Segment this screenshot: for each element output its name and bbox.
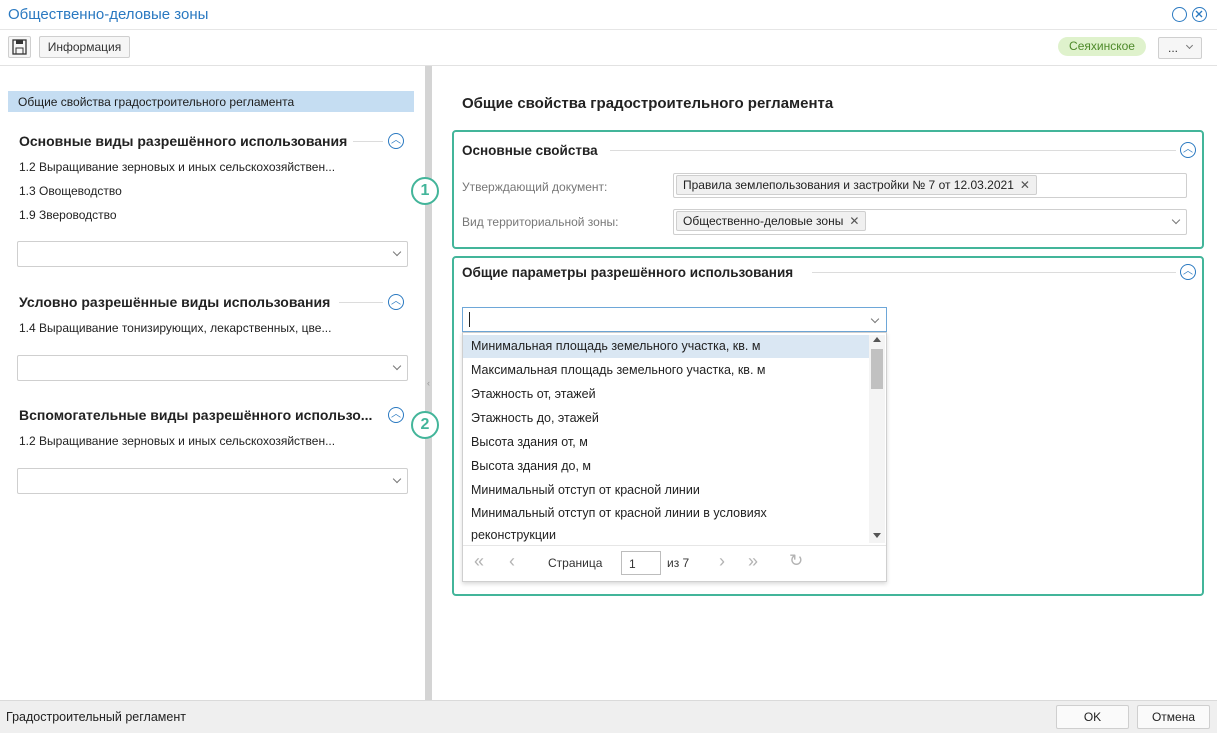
save-icon xyxy=(12,39,27,55)
usage-params-title: Общие параметры разрешённого использован… xyxy=(462,265,794,280)
remove-tag-icon[interactable]: ✕ xyxy=(1020,178,1030,192)
page-count-label: из 7 xyxy=(667,556,690,570)
section-main-uses-title: Основные виды разрешённого использования xyxy=(19,133,348,149)
basic-properties-title: Основные свойства xyxy=(462,143,598,158)
dropdown-option[interactable]: Этажность от, этажей xyxy=(463,382,871,406)
collapse-usage-params-button[interactable]: ︿ xyxy=(1180,264,1196,280)
group-divider xyxy=(610,150,1176,151)
collapse-conditional-uses-button[interactable]: ︿ xyxy=(388,294,404,310)
window-title: Общественно-деловые зоны xyxy=(8,6,209,23)
tag-label: Общественно-деловые зоны xyxy=(683,214,844,228)
section-auxiliary-uses-title: Вспомогательные виды разрешённого исполь… xyxy=(19,407,373,423)
page-number-input[interactable]: 1 xyxy=(621,551,661,575)
close-icon[interactable] xyxy=(1192,7,1207,22)
approving-document-tag[interactable]: Правила землепользования и застройки № 7… xyxy=(676,175,1037,195)
page-label: Страница xyxy=(548,556,603,570)
main-uses-select[interactable] xyxy=(17,241,408,267)
dropdown-option-continued[interactable]: реконструкции xyxy=(463,524,871,546)
more-label: ... xyxy=(1168,41,1179,55)
collapse-auxiliary-uses-button[interactable]: ︿ xyxy=(388,407,404,423)
collapse-basic-properties-button[interactable]: ︿ xyxy=(1180,142,1196,158)
auxiliary-uses-select[interactable] xyxy=(17,468,408,494)
main-use-item[interactable]: 1.9 Звероводство xyxy=(19,208,117,222)
group-divider xyxy=(812,272,1176,273)
main-use-item[interactable]: 1.3 Овощеводство xyxy=(19,184,122,198)
main-use-item[interactable]: 1.2 Выращивание зерновых и иных сельскох… xyxy=(19,160,335,174)
scroll-up-icon[interactable] xyxy=(873,337,881,342)
refresh-icon[interactable]: ↻ xyxy=(789,551,803,571)
first-page-icon[interactable]: « xyxy=(474,551,484,572)
text-cursor xyxy=(469,312,470,327)
ok-button[interactable]: OK xyxy=(1056,705,1129,729)
chevron-down-icon xyxy=(392,361,402,371)
dropdown-scroll-thumb[interactable] xyxy=(871,349,883,389)
chevron-down-icon xyxy=(870,314,880,324)
dropdown-option[interactable]: Минимальный отступ от красной линии xyxy=(463,478,871,502)
status-text: Градостроительный регламент xyxy=(6,710,186,724)
dropdown-option[interactable]: Высота здания до, м xyxy=(463,454,871,478)
more-button[interactable]: ... xyxy=(1158,37,1202,59)
dropdown-option[interactable]: Максимальная площадь земельного участка,… xyxy=(463,358,871,382)
dropdown-option[interactable]: Этажность до, этажей xyxy=(463,406,871,430)
section-divider xyxy=(339,302,383,303)
parameter-combo-input[interactable] xyxy=(462,307,887,332)
section-conditional-uses-title: Условно разрешённые виды использования xyxy=(19,294,331,310)
help-icon[interactable] xyxy=(1172,7,1187,22)
dropdown-option[interactable]: Минимальная площадь земельного участка, … xyxy=(463,335,871,358)
conditional-use-item[interactable]: 1.4 Выращивание тонизирующих, лекарствен… xyxy=(19,321,331,335)
chevron-down-icon xyxy=(392,474,402,484)
tag-label: Правила землепользования и застройки № 7… xyxy=(683,178,1014,192)
pager-divider xyxy=(463,545,886,546)
zone-type-tag[interactable]: Общественно-деловые зоны ✕ xyxy=(676,211,867,231)
page-number-value: 1 xyxy=(629,557,636,571)
dropdown-option[interactable]: Минимальный отступ от красной линии в ус… xyxy=(463,502,871,524)
chevron-down-icon xyxy=(1185,41,1194,50)
info-button[interactable]: Информация xyxy=(39,36,130,58)
nav-item-general-properties[interactable]: Общие свойства градостроительного реглам… xyxy=(8,91,414,112)
toolbar xyxy=(0,30,1217,66)
chevron-down-icon xyxy=(1171,215,1181,225)
callout-marker: 1 xyxy=(411,177,439,205)
dropdown-option[interactable]: Высота здания от, м xyxy=(463,430,871,454)
next-page-icon[interactable]: › xyxy=(719,551,725,572)
page-title: Общие свойства градостроительного реглам… xyxy=(462,95,834,112)
nav-item-label: Общие свойства градостроительного реглам… xyxy=(18,95,295,109)
collapse-main-uses-button[interactable]: ︿ xyxy=(388,133,404,149)
callout-marker: 2 xyxy=(411,411,439,439)
save-button[interactable] xyxy=(8,36,31,58)
chevron-left-icon[interactable]: ‹ xyxy=(426,376,431,390)
section-divider xyxy=(353,141,383,142)
cancel-button[interactable]: Отмена xyxy=(1137,705,1210,729)
auxiliary-use-item[interactable]: 1.2 Выращивание зерновых и иных сельскох… xyxy=(19,434,335,448)
previous-page-icon[interactable]: ‹ xyxy=(509,551,515,572)
zone-type-label: Вид территориальной зоны: xyxy=(462,215,619,229)
last-page-icon[interactable]: » xyxy=(748,551,758,572)
remove-tag-icon[interactable]: ✕ xyxy=(849,214,859,228)
region-badge: Сеяхинское xyxy=(1058,37,1146,56)
chevron-down-icon xyxy=(392,247,402,257)
scroll-down-icon[interactable] xyxy=(873,533,881,538)
approving-document-label: Утверждающий документ: xyxy=(462,180,608,194)
conditional-uses-select[interactable] xyxy=(17,355,408,381)
